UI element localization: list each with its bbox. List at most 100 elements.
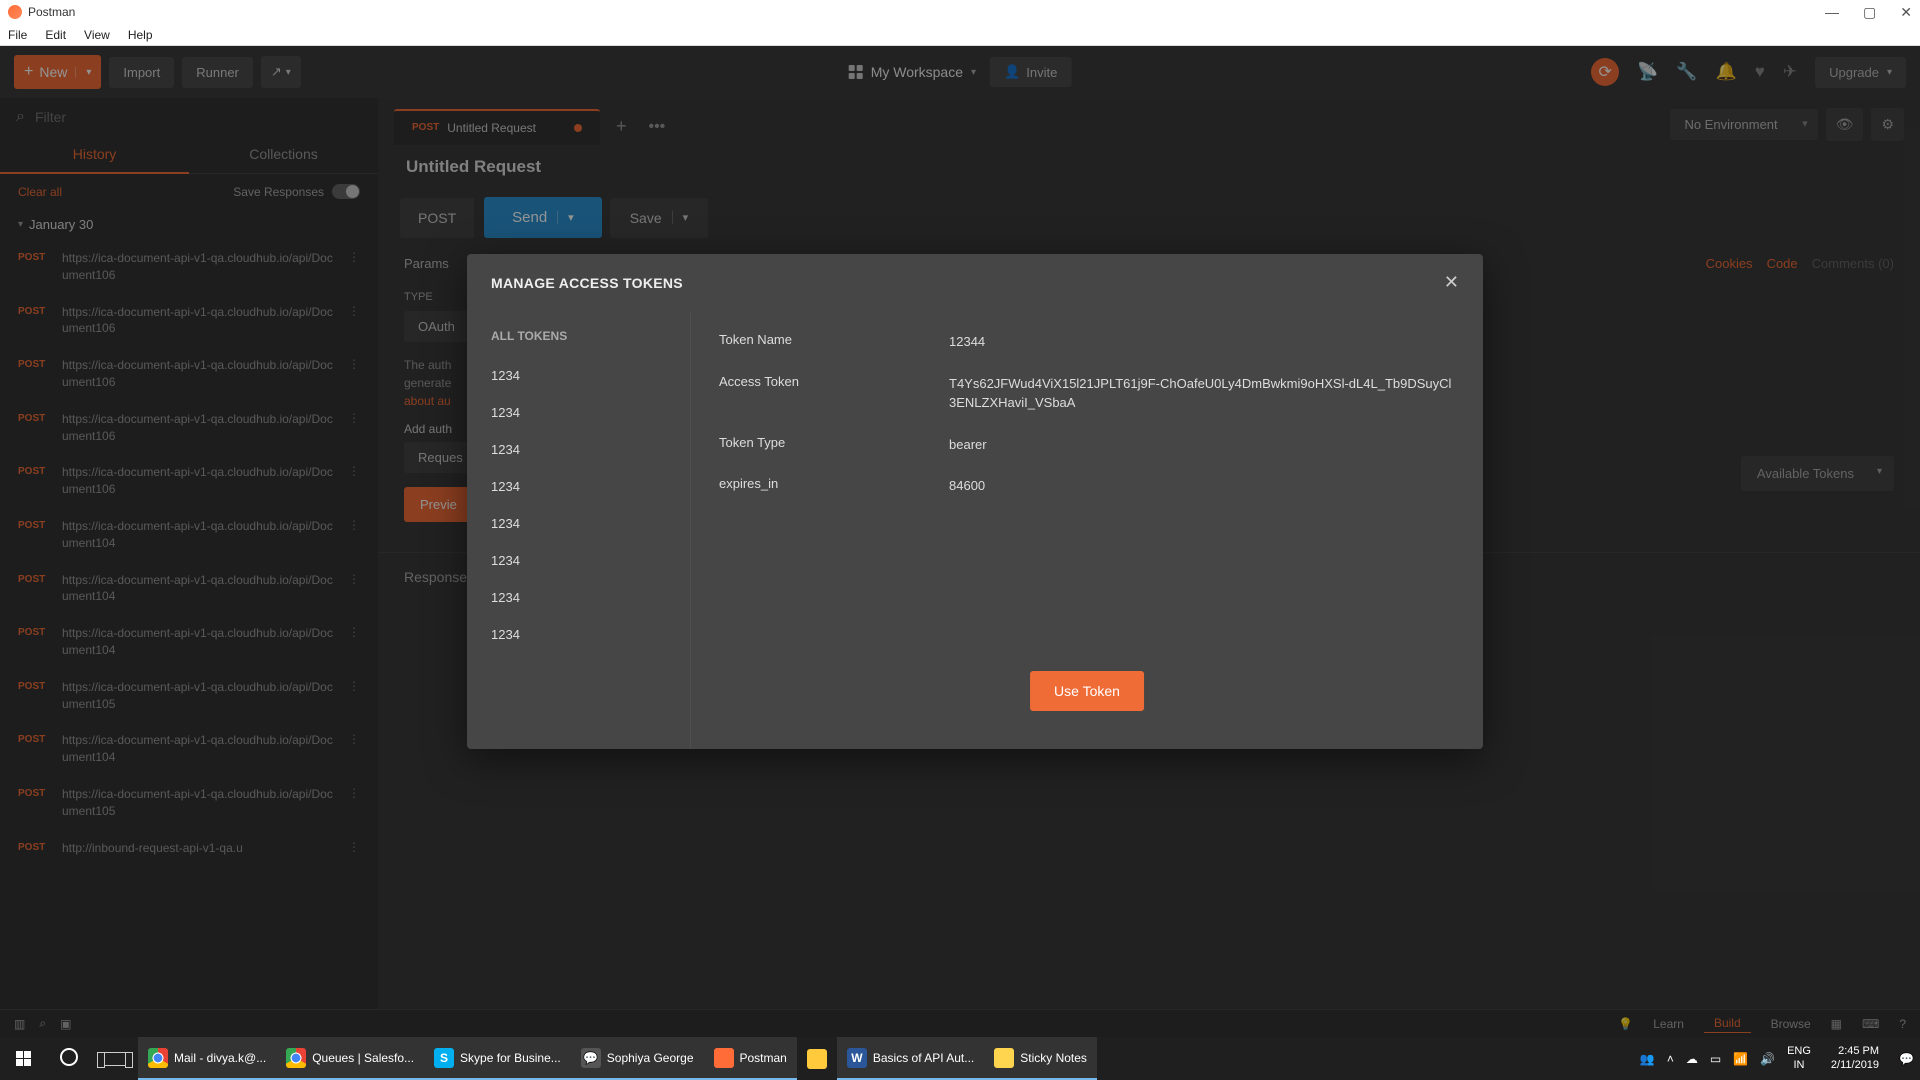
tab-history[interactable]: History	[0, 136, 189, 174]
more-icon[interactable]: ⋮	[348, 518, 360, 552]
upgrade-button[interactable]: Upgrade ▾	[1815, 57, 1906, 88]
history-item[interactable]: POSThttps://ica-document-api-v1-qa.cloud…	[0, 508, 378, 562]
auth-type-selector[interactable]: OAuth	[404, 311, 469, 342]
task-view-button[interactable]	[92, 1037, 138, 1080]
open-new-button[interactable]: ↗ ▾	[261, 56, 301, 88]
token-list-item[interactable]: 1234	[467, 542, 690, 579]
settings-button[interactable]: ⚙	[1871, 108, 1904, 141]
history-item[interactable]: POSThttps://ica-document-api-v1-qa.cloud…	[0, 401, 378, 455]
more-icon[interactable]: ⋮	[348, 840, 360, 857]
token-list-item[interactable]: 1234	[467, 431, 690, 468]
preview-request-button[interactable]: Previe	[404, 487, 473, 522]
bell-icon[interactable]: 🔔	[1716, 62, 1737, 82]
cookies-link[interactable]: Cookies	[1706, 256, 1753, 271]
more-icon[interactable]: ⋮	[348, 357, 360, 391]
menu-file[interactable]: File	[8, 28, 27, 42]
wrench-icon[interactable]: 🔧	[1676, 62, 1697, 82]
find-icon[interactable]: ⌕	[39, 1016, 46, 1031]
two-pane-icon[interactable]: ▦	[1831, 1017, 1842, 1031]
bootcamp-icon[interactable]: 💡	[1618, 1017, 1633, 1031]
environment-selector[interactable]: No Environment	[1670, 109, 1817, 140]
history-item[interactable]: POSThttps://ica-document-api-v1-qa.cloud…	[0, 776, 378, 830]
request-tab[interactable]: POST Untitled Request	[394, 109, 600, 145]
taskbar-item-chat[interactable]: 💬Sophiya George	[571, 1037, 704, 1080]
tray-chevron-icon[interactable]: ˄	[1667, 1052, 1674, 1066]
taskbar-item-chrome1[interactable]: Mail - divya.k@...	[138, 1037, 276, 1080]
chevron-down-icon[interactable]: ▾	[75, 67, 101, 78]
chevron-down-icon[interactable]: ▾	[557, 211, 574, 224]
more-icon[interactable]: ⋮	[348, 679, 360, 713]
history-date-group[interactable]: ▾ January 30	[0, 209, 378, 240]
taskbar-item-chrome2[interactable]: Queues | Salesfo...	[276, 1037, 424, 1080]
more-icon[interactable]: ⋮	[348, 464, 360, 498]
history-item[interactable]: POSThttps://ica-document-api-v1-qa.cloud…	[0, 562, 378, 616]
history-item[interactable]: POSThttp://inbound-request-api-v1-qa.u⋮	[0, 830, 378, 867]
history-item[interactable]: POSThttps://ica-document-api-v1-qa.cloud…	[0, 294, 378, 348]
history-item[interactable]: POSThttps://ica-document-api-v1-qa.cloud…	[0, 347, 378, 401]
more-icon[interactable]: ⋮	[348, 732, 360, 766]
token-list-item[interactable]: 1234	[467, 394, 690, 431]
more-icon[interactable]: ⋮	[348, 411, 360, 445]
chevron-down-icon[interactable]: ▾	[672, 211, 689, 224]
new-button[interactable]: + New ▾	[14, 55, 101, 89]
tab-options-button[interactable]: •••	[642, 110, 671, 144]
browse-link[interactable]: Browse	[1771, 1017, 1811, 1031]
code-link[interactable]: Code	[1767, 256, 1798, 271]
save-responses-toggle[interactable]	[332, 184, 360, 199]
add-tab-button[interactable]: +	[606, 108, 637, 145]
sidebar-toggle-icon[interactable]: ▥	[14, 1017, 25, 1031]
heart-icon[interactable]: ♥	[1755, 62, 1765, 82]
clock[interactable]: 2:45 PM 2/11/2019	[1823, 1045, 1887, 1071]
taskbar-item-sticky[interactable]: Sticky Notes	[984, 1037, 1097, 1080]
token-list-item[interactable]: 1234	[467, 357, 690, 394]
close-button[interactable]: ✕	[1900, 4, 1912, 21]
clear-all-link[interactable]: Clear all	[18, 185, 62, 199]
satellite-icon[interactable]: 📡	[1637, 62, 1658, 82]
import-button[interactable]: Import	[109, 57, 174, 88]
menu-edit[interactable]: Edit	[45, 28, 66, 42]
runner-button[interactable]: Runner	[182, 57, 253, 88]
taskbar-item-explorer[interactable]	[797, 1037, 837, 1080]
more-icon[interactable]: ⋮	[348, 572, 360, 606]
available-tokens-selector[interactable]: Available Tokens	[1741, 456, 1894, 491]
wifi-icon[interactable]: 📶	[1733, 1052, 1748, 1066]
history-item[interactable]: POSThttps://ica-document-api-v1-qa.cloud…	[0, 240, 378, 294]
tab-collections[interactable]: Collections	[189, 136, 378, 174]
history-item[interactable]: POSThttps://ica-document-api-v1-qa.cloud…	[0, 615, 378, 669]
cortana-button[interactable]	[46, 1048, 92, 1069]
onedrive-icon[interactable]: ☁	[1686, 1052, 1698, 1066]
comments-link[interactable]: Comments (0)	[1812, 256, 1894, 271]
build-link[interactable]: Build	[1704, 1014, 1751, 1033]
language-indicator[interactable]: ENG IN	[1787, 1045, 1811, 1071]
more-icon[interactable]: ⋮	[348, 250, 360, 284]
volume-icon[interactable]: 🔊	[1760, 1052, 1775, 1066]
token-list-item[interactable]: 1234	[467, 579, 690, 616]
save-button[interactable]: Save ▾	[610, 198, 708, 238]
sync-button[interactable]: ⟳	[1591, 58, 1619, 86]
start-button[interactable]	[0, 1037, 46, 1080]
menu-view[interactable]: View	[84, 28, 110, 42]
help-icon[interactable]: ?	[1899, 1017, 1906, 1031]
taskbar-item-skype[interactable]: SSkype for Busine...	[424, 1037, 571, 1080]
battery-icon[interactable]: ▭	[1710, 1052, 1721, 1066]
people-icon[interactable]: 👥	[1640, 1052, 1655, 1066]
more-icon[interactable]: ⋮	[348, 304, 360, 338]
minimize-button[interactable]: —	[1825, 4, 1839, 21]
maximize-button[interactable]: ▢	[1863, 4, 1876, 21]
taskbar-item-word[interactable]: WBasics of API Aut...	[837, 1037, 984, 1080]
token-list-item[interactable]: 1234	[467, 468, 690, 505]
method-selector[interactable]: POST	[400, 198, 474, 238]
keyboard-icon[interactable]: ⌨	[1862, 1017, 1879, 1031]
environment-preview-button[interactable]: 👁	[1826, 108, 1864, 141]
taskbar-item-postman[interactable]: Postman	[704, 1037, 797, 1080]
workspace-selector[interactable]: My Workspace ▾	[849, 64, 976, 80]
invite-button[interactable]: 👤 Invite	[990, 57, 1071, 87]
history-item[interactable]: POSThttps://ica-document-api-v1-qa.cloud…	[0, 454, 378, 508]
console-icon[interactable]: ▣	[60, 1017, 71, 1031]
learn-link[interactable]: Learn	[1653, 1017, 1684, 1031]
more-icon[interactable]: ⋮	[348, 786, 360, 820]
more-icon[interactable]: ⋮	[348, 625, 360, 659]
params-tab[interactable]: Params	[404, 256, 449, 271]
token-list-item[interactable]: 1234	[467, 616, 690, 653]
menu-help[interactable]: Help	[128, 28, 153, 42]
